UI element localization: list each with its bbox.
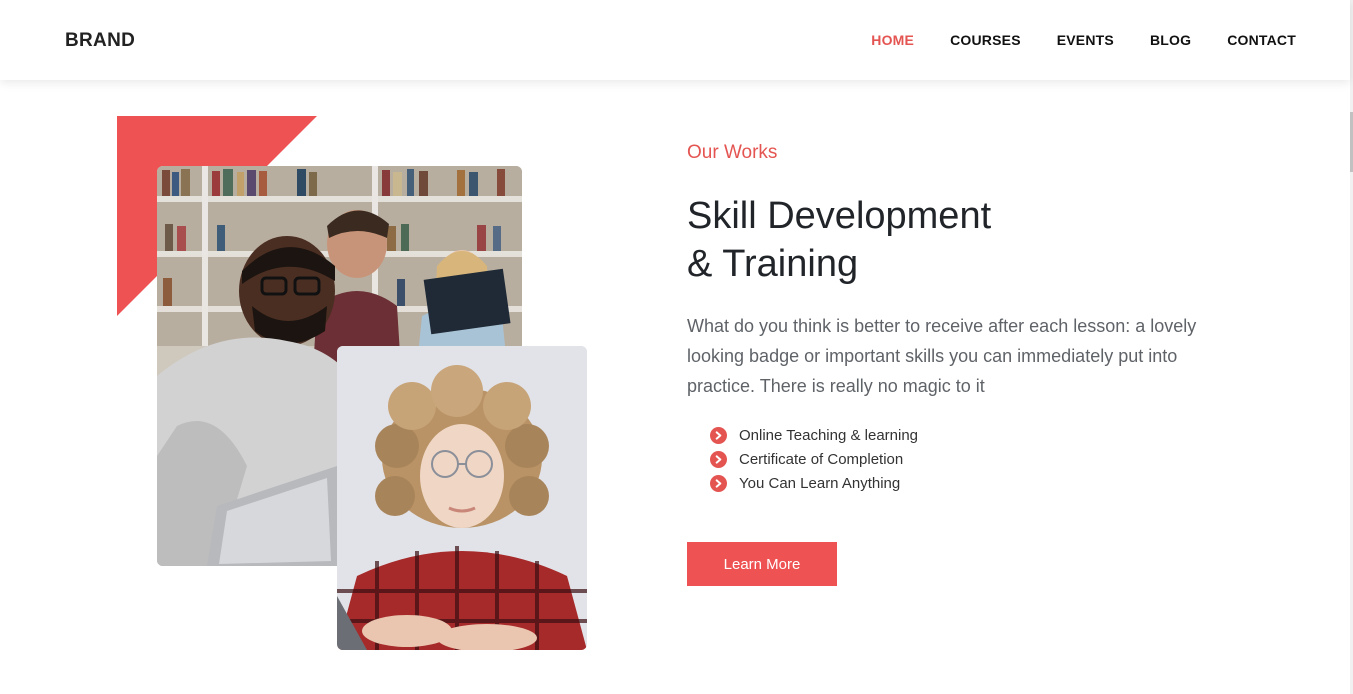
site-header: BRAND HOME COURSES EVENTS BLOG CONTACT xyxy=(0,0,1350,80)
feature-list: Online Teaching & learning Certificate o… xyxy=(710,423,918,495)
chevron-right-circle-icon xyxy=(710,450,727,468)
section-title-line-2: & Training xyxy=(687,243,859,285)
feature-item: Online Teaching & learning xyxy=(710,423,918,447)
brand-logo[interactable]: BRAND xyxy=(65,30,135,52)
section-title: Skill Development & Training xyxy=(687,192,1107,288)
student-laptop-photo xyxy=(337,346,587,650)
feature-label: Certificate of Completion xyxy=(739,450,904,468)
nav-home[interactable]: HOME xyxy=(871,32,914,48)
chevron-right-circle-icon xyxy=(710,426,727,444)
learn-more-button[interactable]: Learn More xyxy=(687,542,837,586)
feature-label: You Can Learn Anything xyxy=(739,474,901,492)
section-title-line-1: Skill Development xyxy=(687,195,992,237)
page: BRAND HOME COURSES EVENTS BLOG CONTACT O… xyxy=(0,0,1353,694)
chevron-right-circle-icon xyxy=(710,474,727,492)
nav-blog[interactable]: BLOG xyxy=(1150,32,1191,48)
section-eyebrow: Our Works xyxy=(687,142,778,163)
feature-item: You Can Learn Anything xyxy=(710,471,918,495)
nav-events[interactable]: EVENTS xyxy=(1057,32,1114,48)
feature-item: Certificate of Completion xyxy=(710,447,918,471)
nav-contact[interactable]: CONTACT xyxy=(1227,32,1296,48)
feature-label: Online Teaching & learning xyxy=(739,426,919,444)
main-nav: HOME COURSES EVENTS BLOG CONTACT xyxy=(871,32,1296,48)
nav-courses[interactable]: COURSES xyxy=(950,32,1021,48)
section-description: What do you think is better to receive a… xyxy=(687,316,1197,396)
